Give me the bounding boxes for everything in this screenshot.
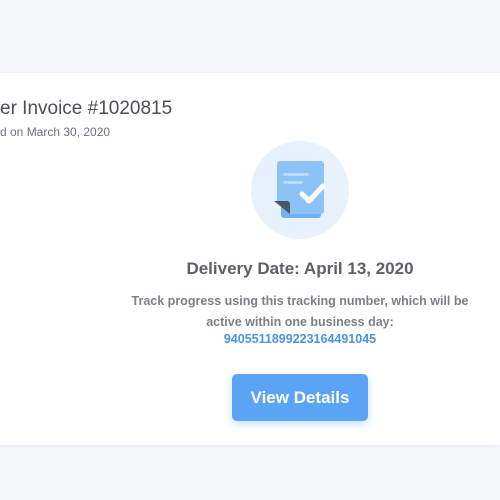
invoice-date: d on March 30, 2020: [0, 125, 111, 139]
invoice-title: er Invoice #1020815: [0, 98, 173, 119]
delivery-date: Delivery Date: April 13, 2020: [186, 259, 414, 278]
view-details-button[interactable]: View Details: [232, 374, 368, 421]
tracking-description: Track progress using this tracking numbe…: [131, 294, 469, 329]
tracking-number-link[interactable]: 9405511899223164491045: [100, 332, 500, 346]
document-check-icon: [251, 141, 349, 239]
document-check-icon-graphic: [274, 161, 326, 218]
